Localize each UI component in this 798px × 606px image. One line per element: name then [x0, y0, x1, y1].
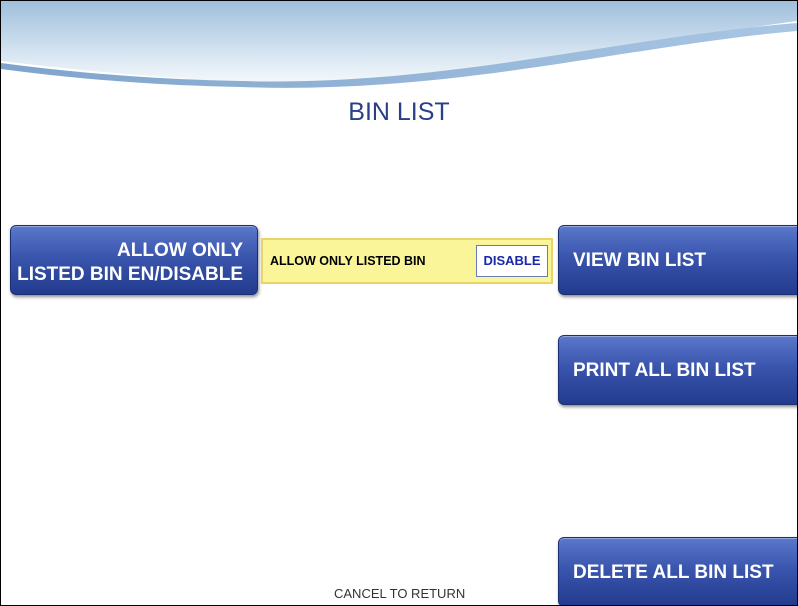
print-all-bin-list-button[interactable]: PRINT ALL BIN LIST [558, 335, 797, 405]
status-label: ALLOW ONLY LISTED BIN [270, 254, 426, 268]
status-value: DISABLE [476, 245, 548, 277]
allow-only-listed-bin-status: ALLOW ONLY LISTED BIN DISABLE [261, 238, 553, 284]
allow-only-listed-bin-button[interactable]: ALLOW ONLY LISTED BIN EN/DISABLE [10, 225, 258, 295]
button-label-line1: ALLOW ONLY [117, 240, 243, 261]
cancel-hint: CANCEL TO RETURN [334, 586, 466, 601]
page-title: BIN LIST [348, 98, 450, 126]
atm-screen: BIN LIST ALLOW ONLY LISTED BIN EN/DISABL… [0, 0, 798, 606]
button-label-line2: LISTED BIN EN/DISABLE [17, 264, 243, 285]
view-bin-list-button[interactable]: VIEW BIN LIST [558, 225, 797, 295]
delete-all-bin-list-button[interactable]: DELETE ALL BIN LIST [558, 537, 797, 605]
header-wave-graphic [1, 1, 797, 88]
